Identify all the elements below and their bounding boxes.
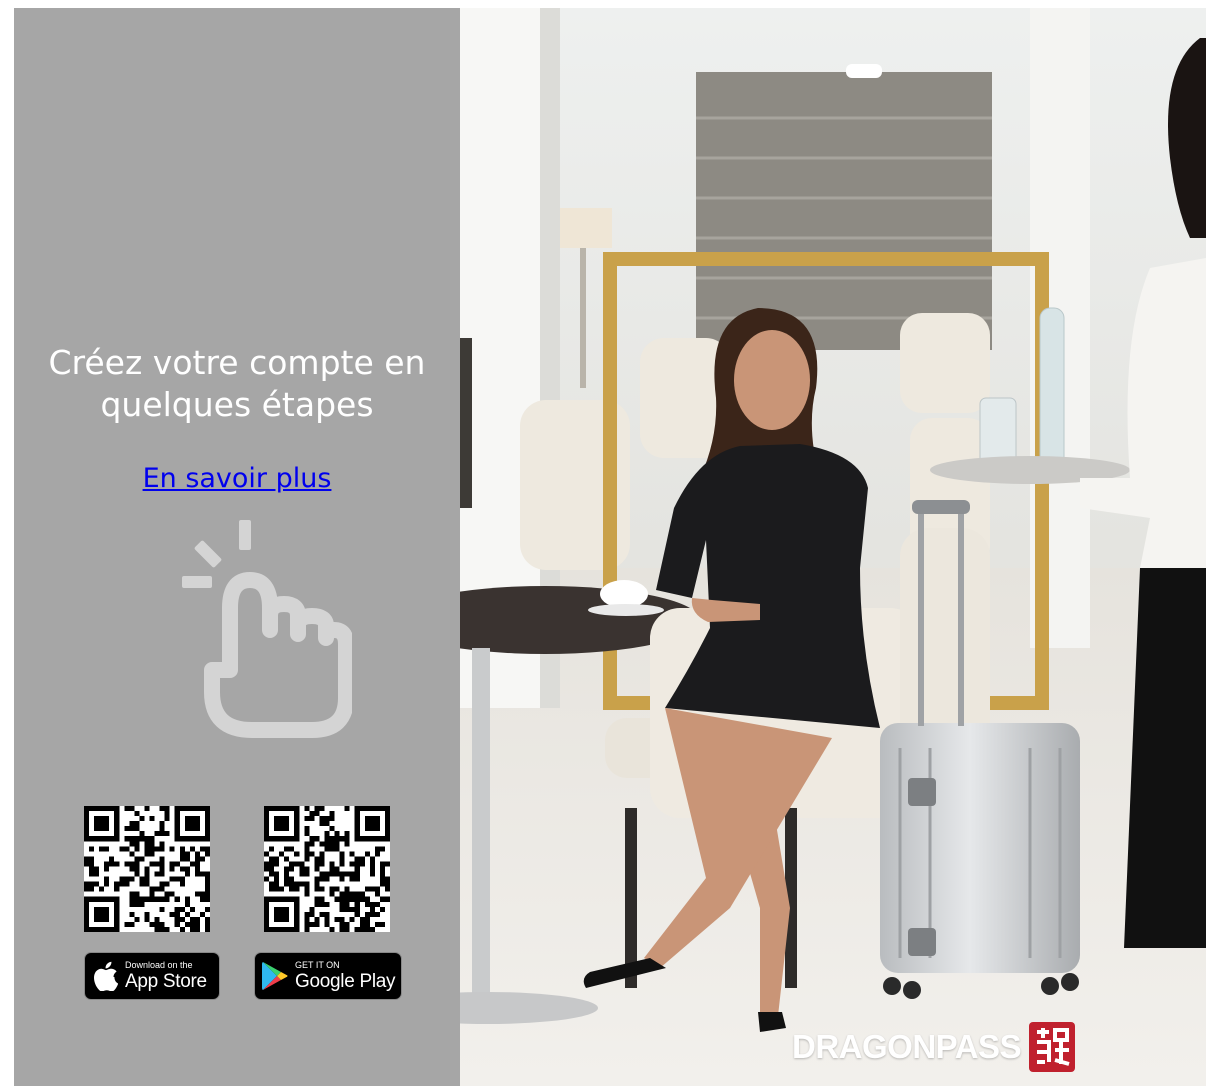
hand-tap-icon: [182, 520, 352, 738]
learn-more-link[interactable]: En savoir plus: [14, 463, 460, 494]
promo-card: Créez votre compte en quelques étapes En…: [14, 8, 1206, 1086]
app-store-badge[interactable]: Download on the App Store: [84, 952, 220, 1000]
app-store-label: App Store: [125, 971, 207, 992]
google-play-badge[interactable]: GET IT ON Google Play: [254, 952, 402, 1000]
promo-panel: Créez votre compte en quelques étapes En…: [14, 8, 460, 1086]
brand-name: DRAGONPASS: [792, 1028, 1022, 1065]
google-play-icon: [255, 961, 295, 991]
app-store-qr-code[interactable]: [84, 806, 210, 932]
google-play-small-text: GET IT ON: [295, 960, 340, 970]
dragon-seal-icon: [1029, 1022, 1076, 1072]
app-store-small-text: Download on the: [125, 960, 193, 970]
promo-headline: Créez votre compte en quelques étapes: [48, 343, 426, 424]
lounge-photo: [460, 8, 1206, 1086]
dragonpass-logo: DRAGONPASS: [792, 1018, 1079, 1076]
google-play-label: Google Play: [295, 971, 396, 992]
apple-logo-icon: [85, 961, 125, 991]
google-play-qr-code[interactable]: [264, 806, 390, 932]
hero-photo-panel: DRAGONPASS: [460, 8, 1206, 1086]
